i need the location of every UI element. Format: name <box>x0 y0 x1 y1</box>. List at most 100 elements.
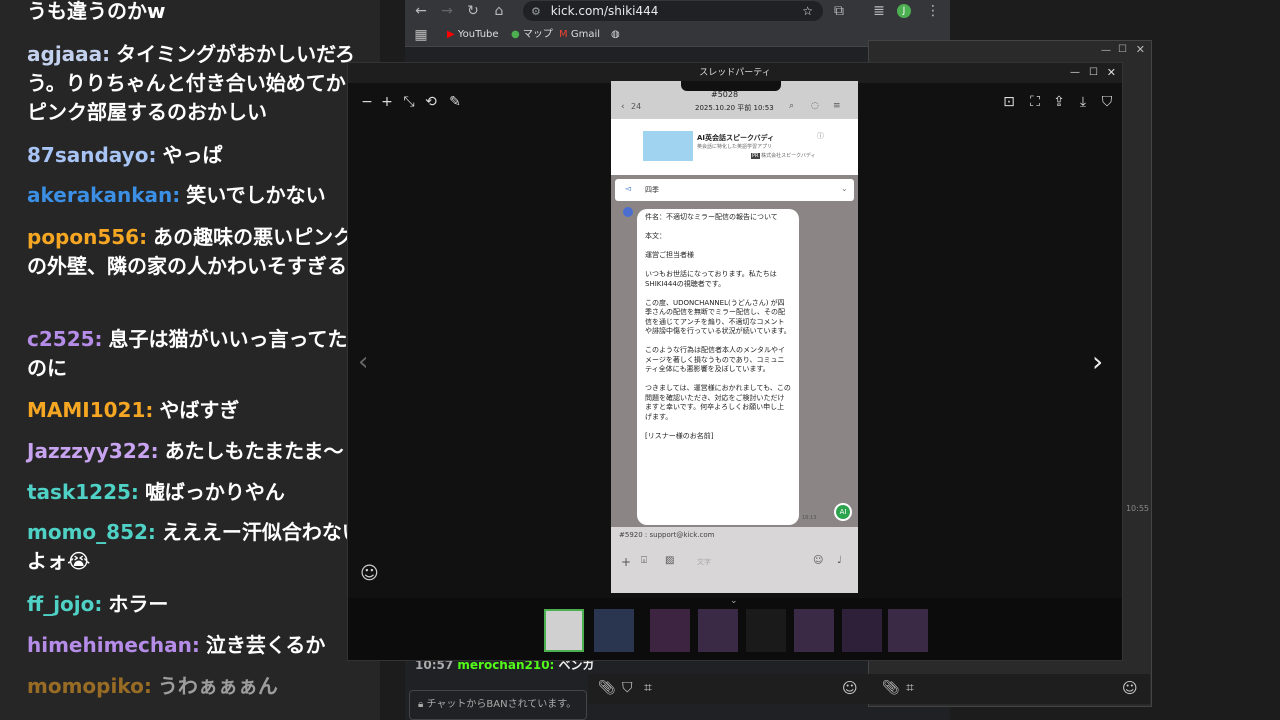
prev-image-icon[interactable]: ‹ <box>358 347 368 377</box>
site-info-icon[interactable]: ⚙ <box>531 5 541 18</box>
bookmark-globe[interactable]: ◍ <box>611 26 620 44</box>
bookmark-youtube[interactable]: ▶ YouTube <box>447 26 499 44</box>
reading-list-icon[interactable]: ≣ <box>869 1 889 21</box>
maximize-icon[interactable]: ☐ <box>1118 44 1127 55</box>
text-select-icon[interactable]: ⊡ <box>1000 93 1018 111</box>
reload-icon[interactable]: ↻ <box>463 1 483 21</box>
chat-message: momopiko: うわぁぁぁん <box>27 672 367 701</box>
image-icon[interactable]: ▨ <box>665 555 674 566</box>
message-line: 件名：不適切なミラー配信の報告について <box>645 213 778 221</box>
share-icon[interactable]: ⇪ <box>1050 93 1068 111</box>
announcement-sender: 四季 <box>645 186 659 194</box>
chat-username[interactable]: c2525: <box>27 327 103 351</box>
back-icon[interactable]: ← <box>411 1 431 21</box>
chat-username[interactable]: momopiko: <box>27 674 152 698</box>
chat-username[interactable]: Jazzzyy322: <box>27 439 159 463</box>
thumbnail[interactable] <box>594 609 634 652</box>
thumbnail[interactable] <box>888 609 928 652</box>
chat-message: akerakankan: 笑いでしかない <box>27 181 367 210</box>
chat-message: うも違うのかw <box>27 0 367 26</box>
bookmark-gmail[interactable]: M Gmail <box>559 26 600 44</box>
save-icon[interactable]: ⛉ <box>1098 93 1116 111</box>
chat-username[interactable]: MAMI1021: <box>27 398 153 422</box>
zoom-in-icon[interactable]: + <box>378 93 396 111</box>
forward-icon[interactable]: → <box>437 1 457 21</box>
chat-username[interactable]: popon556: <box>27 225 147 249</box>
info-icon[interactable]: ⓘ <box>817 131 824 141</box>
thumbnail[interactable] <box>746 609 786 652</box>
chat-username[interactable]: akerakankan: <box>27 183 180 207</box>
close-icon[interactable]: ✕ <box>1107 63 1116 83</box>
back-count: 24 <box>631 102 642 111</box>
minimize-icon[interactable]: — <box>1101 45 1111 56</box>
expand-icon[interactable]: ⤡ <box>400 93 418 111</box>
address-bar[interactable]: ⚙ kick.com/shiki444 ☆ <box>523 1 823 21</box>
attach-icon[interactable]: 📎︎ <box>598 680 616 696</box>
chat-input[interactable]: 🔒︎ チャットからBANされています。 <box>409 690 587 720</box>
phone-back-icon[interactable]: ‹ <box>621 102 625 112</box>
ai-button[interactable]: AI <box>834 503 852 521</box>
download-icon[interactable]: ⤓ <box>1074 93 1092 111</box>
bookmark-maps[interactable]: ● マップ <box>511 26 553 44</box>
smile-icon[interactable]: ☺ <box>813 555 823 566</box>
thumbnail[interactable] <box>650 609 690 652</box>
crop-icon[interactable]: ⌗ <box>906 680 914 696</box>
chat-text: やばすぎ <box>159 398 240 422</box>
emoji-icon[interactable]: ☺ <box>1122 679 1138 697</box>
camera-icon[interactable]: ⌻ <box>641 555 647 566</box>
message-line <box>645 223 791 233</box>
bookmark-star-icon[interactable]: ☆ <box>802 1 813 21</box>
message-line: いつもお世話になっております。私たちはSHIKI444の視聴者です。 <box>645 270 777 288</box>
thumbnail[interactable] <box>842 609 882 652</box>
plus-icon[interactable]: + <box>621 555 631 569</box>
chat-username[interactable]: task1225: <box>27 480 139 504</box>
message-line <box>645 242 791 252</box>
chat-text: あたしもたまたま〜 <box>164 439 344 463</box>
chat-username[interactable]: ff_jojo: <box>27 592 102 616</box>
message-line <box>645 261 791 271</box>
browser-toolbar: ← → ↻ ⌂ ⚙ kick.com/shiki444 ☆ ⧉ ≣ J ⋮ <box>405 0 950 24</box>
phone-search-icon[interactable]: ⌕ <box>789 101 794 111</box>
next-image-icon[interactable]: › <box>1092 345 1103 378</box>
maps-icon: ● <box>511 29 520 40</box>
thumbnail[interactable] <box>698 609 738 652</box>
ad-banner[interactable]: AI英会話スピークバディ 英会話に特化した英語学習アプリ PR 株式会社スピーク… <box>611 119 858 175</box>
bookmark-icon[interactable]: ⛉ <box>622 680 633 696</box>
chat-username[interactable]: momo_852: <box>27 520 156 544</box>
phone-input-placeholder[interactable]: 文字 <box>697 557 711 567</box>
chevron-down-icon[interactable]: ⌄ <box>841 184 848 193</box>
edit-icon[interactable]: ✎ <box>446 93 464 111</box>
ad-title: AI英会話スピークバディ <box>697 134 775 142</box>
chat-text: うも違うのかw <box>27 0 166 23</box>
crop-icon[interactable]: ⌗ <box>644 680 652 696</box>
fit-icon[interactable]: ⛶ <box>1026 93 1044 111</box>
chat-username[interactable]: 87sandayo: <box>27 143 156 167</box>
message-bubble: 件名：不適切なミラー配信の報告について 本文： 運営ご担当者様 いつもお世話にな… <box>637 209 799 525</box>
home-icon[interactable]: ⌂ <box>489 1 509 21</box>
zoom-out-icon[interactable]: − <box>358 93 376 111</box>
emoji-icon[interactable]: ☺ <box>842 679 858 697</box>
thumbnail[interactable] <box>794 609 834 652</box>
chat-username[interactable]: agjaaa: <box>27 42 110 66</box>
close-icon[interactable]: ✕ <box>1136 43 1145 56</box>
minimize-icon[interactable]: — <box>1070 63 1080 83</box>
thumbnail[interactable] <box>544 609 584 652</box>
announcement-bar[interactable]: ◅ 四季 ⌄ <box>615 179 854 201</box>
message-date: 2025.10.20 平前 10:53 <box>695 104 774 112</box>
phone-header: #5028 ‹ 24 2025.10.20 平前 10:53 ⌕ ◌ ≡ <box>611 81 858 119</box>
phone-menu-icon[interactable]: ≡ <box>833 101 841 111</box>
emoji-icon[interactable]: ☺ <box>360 563 379 584</box>
maximize-icon[interactable]: ☐ <box>1089 63 1098 83</box>
profile-avatar[interactable]: J <box>897 4 911 18</box>
chat-text: やっぱ <box>162 143 223 167</box>
message-line: つきましては、運営様におかれましても、この問題を確認いただき、対応をご検討いただ… <box>645 384 791 421</box>
menu-icon[interactable]: ⋮ <box>923 1 943 21</box>
phone-chat-icon[interactable]: ◌ <box>811 101 819 111</box>
attach-icon[interactable]: 📎︎ <box>882 680 900 696</box>
chat-username[interactable]: himehimechan: <box>27 633 200 657</box>
collapse-icon[interactable]: ⌄ <box>730 596 738 606</box>
apps-icon[interactable]: ▦ <box>411 25 431 45</box>
rotate-icon[interactable]: ⟲ <box>422 93 440 111</box>
extensions-icon[interactable]: ⧉ <box>829 1 849 21</box>
mic-icon[interactable]: ♩ <box>837 555 842 566</box>
